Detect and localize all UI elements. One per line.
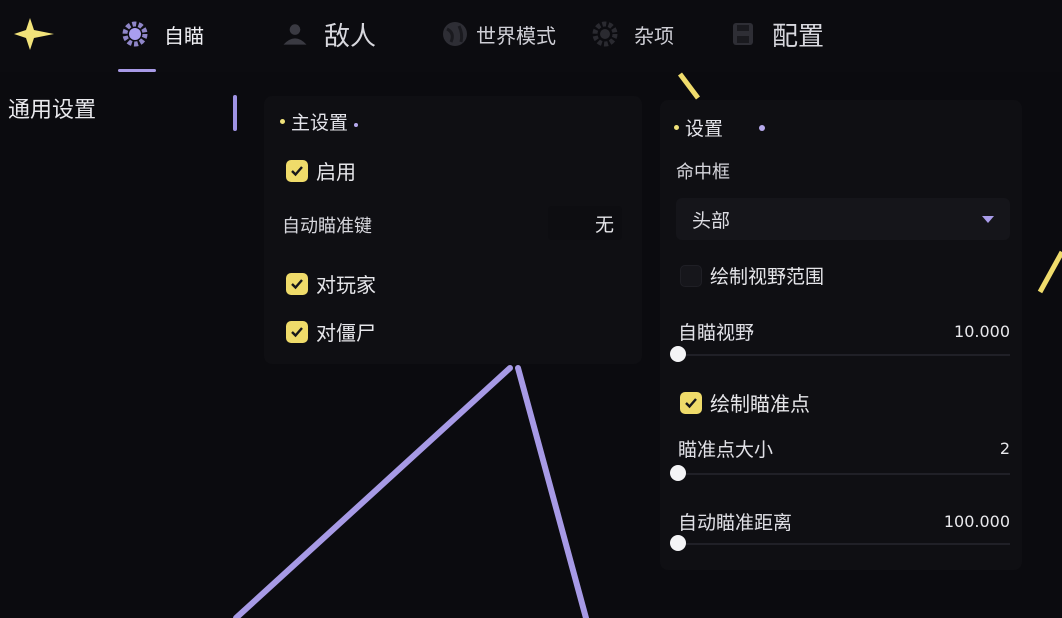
sidebar-item-general-settings[interactable]: 通用设置 [8,92,96,124]
slider-value: 2 [999,439,1010,458]
draw-fov-checkbox[interactable]: 绘制视野范围 [680,262,824,289]
draw-aim-point-checkbox[interactable]: 绘制瞄准点 [680,388,810,417]
tab-label: 自瞄 [164,23,204,48]
aim-point-size-slider[interactable] [670,465,1010,481]
tab-label: 杂项 [634,23,674,48]
sparkle-logo-icon [14,18,54,50]
section-header: 主设置 [280,108,359,135]
tab-label: 敌人 [324,21,377,52]
checkbox-label: 对僵尸 [316,321,376,345]
checkbox-label: 绘制瞄准点 [710,392,810,416]
settings-panel: 设置 命中框 头部 绘制视野范围 自瞄视野 10.000 绘制瞄准点 瞄准点大小… [660,100,1022,570]
tab-enemies[interactable]: 敌人 [280,12,376,56]
section-title: 主设置 [291,112,349,134]
aim-point-size-slider-header: 瞄准点大小 2 [678,435,1010,462]
checkmark-icon [286,320,308,343]
enable-checkbox[interactable]: 启用 [286,156,356,185]
slider-value: 100.000 [943,512,1010,531]
checkmark-icon [680,391,702,414]
checkbox-empty-icon [680,264,702,287]
hotkey-button[interactable]: 无 [548,206,622,240]
slider-value: 10.000 [954,322,1010,341]
fov-slider-header: 自瞄视野 10.000 [678,318,1010,345]
tab-misc[interactable]: 杂项 [590,12,674,56]
slider-label: 瞄准点大小 [678,439,774,461]
chevron-down-icon [982,215,994,223]
hitbox-dropdown[interactable]: 头部 [676,198,1010,240]
checkbox-label: 对玩家 [316,273,376,297]
tab-label: 世界模式 [476,23,556,48]
bullet-dot-icon [354,122,359,127]
slider-label: 自动瞄准距离 [678,512,793,534]
fov-slider[interactable] [670,346,1010,362]
sidebar-active-indicator [233,95,237,131]
checkmark-icon [286,272,308,295]
user-group-icon [280,19,310,49]
save-icon [728,19,758,49]
slider-label: 自瞄视野 [678,322,755,344]
hitbox-selected-value: 头部 [692,209,731,232]
gear-icon [120,19,150,49]
slider-handle[interactable] [670,535,686,551]
bullet-dot-icon [759,124,766,131]
gear-icon [590,19,620,49]
section-header: 设置 [674,114,766,141]
checkbox-label: 启用 [316,160,356,184]
aim-distance-slider-header: 自动瞄准距离 100.000 [678,508,1010,535]
slider-handle[interactable] [670,465,686,481]
bullet-dot-icon [280,119,285,124]
checkbox-label: 绘制视野范围 [710,266,825,288]
hotkey-label: 自动瞄准键 [282,216,372,237]
bullet-dot-icon [674,125,679,130]
aim-distance-slider[interactable] [670,535,1010,551]
slider-handle[interactable] [670,346,686,362]
section-title: 设置 [685,118,724,140]
target-players-checkbox[interactable]: 对玩家 [286,269,376,298]
hotkey-value: 无 [594,213,614,236]
globe-icon [440,19,470,49]
target-zombies-checkbox[interactable]: 对僵尸 [286,317,376,346]
active-tab-indicator [118,69,156,72]
tab-label: 配置 [772,21,825,52]
main-settings-panel: 主设置 启用 自动瞄准键 无 对玩家 对僵尸 [264,96,642,364]
tab-config[interactable]: 配置 [728,12,824,56]
hitbox-label: 命中框 [676,162,730,183]
checkmark-icon [286,159,308,182]
top-navigation: 自瞄 敌人 世界模式 杂项 配置 [0,0,1062,72]
tab-world-mode[interactable]: 世界模式 [440,12,556,56]
tab-aimbot[interactable]: 自瞄 [120,12,204,56]
